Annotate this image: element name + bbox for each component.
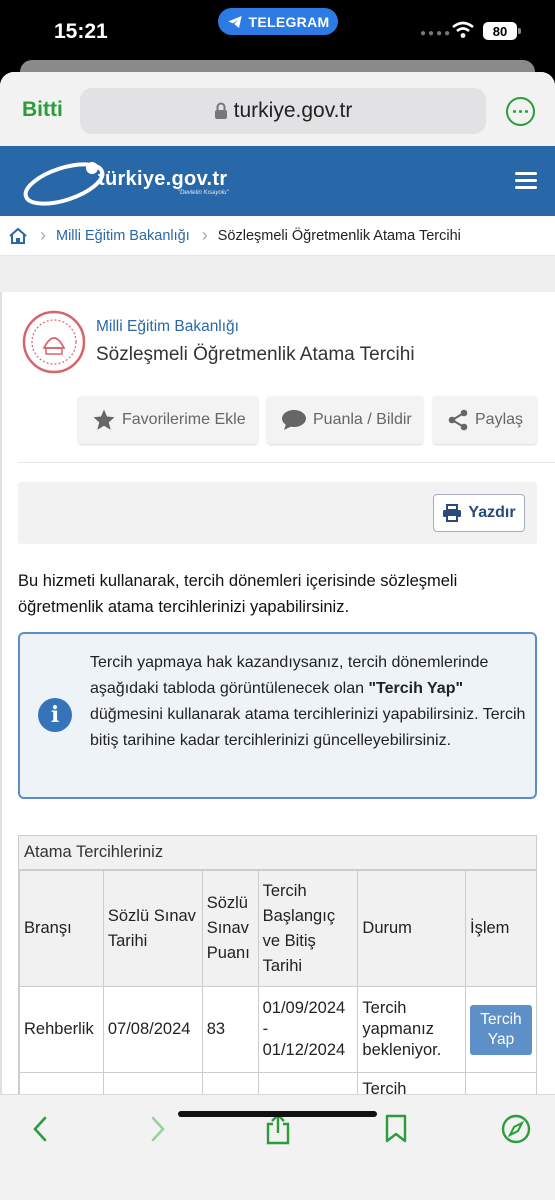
organization-name[interactable]: Milli Eğitim Bakanlığı (96, 318, 239, 336)
rate-report-button[interactable]: Puanla / Bildir (267, 396, 423, 444)
safari-top-bar: Bitti turkiye.gov.tr (0, 72, 555, 146)
page-title: Sözleşmeli Öğretmenlik Atama Tercihi (96, 344, 415, 365)
breadcrumb-ministry-link[interactable]: Milli Eğitim Bakanlığı (56, 228, 190, 244)
cell-brans: Rehberlik (19, 986, 104, 1073)
cell-date-dash: - (262, 1020, 269, 1038)
add-favorites-label: Favorilerime Ekle (122, 411, 246, 428)
back-icon[interactable] (24, 1113, 56, 1145)
cell-durum: Tercih yapmanız bekleniyor. (357, 986, 466, 1073)
breadcrumb: › Milli Eğitim Bakanlığı › Sözleşmeli Öğ… (0, 216, 555, 256)
logo-tagline: "Devletin Kısayolu" (178, 190, 229, 196)
table-row: Tercih (19, 1072, 536, 1094)
column-header-sinav-puani: Sözlü Sınav Puanı (201, 870, 259, 987)
comment-icon (282, 410, 306, 430)
breadcrumb-separator: › (201, 225, 208, 245)
column-header-brans: Branşı (19, 870, 104, 987)
telegram-icon (227, 15, 242, 28)
safari-sheet: Bitti turkiye.gov.tr türkiye.gov.tr "Dev… (0, 72, 555, 1200)
clock: 15:21 (54, 20, 108, 43)
info-text-part: düğmesini kullanarak atama tercihleriniz… (90, 706, 526, 749)
column-header-durum: Durum (357, 870, 466, 987)
wifi-icon (452, 21, 474, 38)
done-button[interactable]: Bitti (22, 98, 63, 122)
cell-start-date: 01/09/2024 (262, 999, 346, 1017)
main-content: Milli Eğitim Bakanlığı Sözleşmeli Öğretm… (0, 292, 555, 1094)
cell-sinav-tarihi (102, 1072, 203, 1094)
telegram-pill-label: TELEGRAM (248, 13, 330, 30)
cell-tercih-tarihi (257, 1072, 359, 1094)
column-header-sinav-tarihi: Sözlü Sınav Tarihi (102, 870, 203, 987)
cell-islem: Tercih Yap (464, 986, 536, 1073)
forward-icon[interactable] (142, 1113, 174, 1145)
site-header: türkiye.gov.tr "Devletin Kısayolu" (0, 146, 555, 216)
add-favorites-button[interactable]: Favorilerime Ekle (78, 396, 258, 444)
cell-islem (464, 1072, 536, 1094)
web-page: türkiye.gov.tr "Devletin Kısayolu" › Mil… (0, 146, 555, 1094)
compass-icon[interactable] (500, 1113, 532, 1145)
content-left-border (0, 292, 2, 1094)
share-label: Paylaş (475, 411, 524, 428)
preferences-table: Atama Tercihleriniz Branşı Sözlü Sınav T… (18, 835, 537, 1094)
cell-puan: 83 (201, 986, 259, 1073)
print-button[interactable]: Yazdır (433, 494, 525, 532)
cell-end-date: 01/12/2024 (262, 1041, 346, 1059)
status-bar: 15:21 TELEGRAM ●●●● 80 (0, 0, 555, 62)
print-label: Yazdır (468, 504, 516, 521)
battery-level: 80 (492, 23, 508, 39)
bookmarks-icon[interactable] (380, 1113, 412, 1145)
battery-icon: 80 (483, 22, 521, 40)
ministry-seal-icon (22, 310, 86, 374)
cell-tercih-tarihi: 01/09/2024 - 01/12/2024 (257, 986, 359, 1073)
breadcrumb-current: Sözleşmeli Öğretmenlik Atama Tercihi (217, 227, 461, 244)
more-options-icon[interactable] (506, 97, 535, 126)
signal-icon: ●●●● (420, 28, 453, 39)
table-caption: Atama Tercihleriniz (19, 836, 536, 870)
logo-text: türkiye.gov.tr (98, 168, 228, 190)
column-header-islem: İşlem (464, 870, 536, 987)
tercih-yap-button[interactable]: Tercih Yap (469, 1004, 532, 1055)
cell-brans (19, 1072, 104, 1094)
info-alert: i Tercih yapmaya hak kazandıysanız, terc… (18, 632, 537, 799)
column-header-tercih-tarihi: Tercih Başlangıç ve Bitiş Tarihi (257, 870, 359, 987)
telegram-return-pill[interactable]: TELEGRAM (218, 8, 338, 35)
printer-icon (443, 504, 462, 522)
cell-sinav-tarihi: 07/08/2024 (102, 986, 203, 1073)
cell-durum: Tercih (357, 1072, 466, 1094)
info-text-bold: "Tercih Yap" (368, 680, 464, 697)
breadcrumb-separator: › (40, 225, 46, 245)
star-icon (93, 409, 115, 430)
intro-text: Bu hizmeti kullanarak, tercih dönemleri … (18, 572, 458, 616)
table-row: Rehberlik 07/08/2024 83 01/09/2024 - 01/… (19, 986, 536, 1073)
rate-report-label: Puanla / Bildir (313, 411, 412, 428)
section-divider (18, 462, 555, 463)
info-icon: i (38, 698, 72, 732)
info-text: Tercih yapmaya hak kazandıysanız, tercih… (90, 650, 530, 754)
share-button[interactable]: Paylaş (433, 396, 537, 444)
share-sheet-icon[interactable] (262, 1113, 294, 1145)
address-bar[interactable]: turkiye.gov.tr (80, 88, 486, 134)
home-indicator (178, 1111, 377, 1117)
safari-bottom-toolbar (0, 1094, 555, 1200)
cell-puan (201, 1072, 259, 1094)
url-text: turkiye.gov.tr (233, 99, 353, 122)
share-icon (448, 409, 468, 431)
page-toolbar-band (0, 256, 555, 292)
lock-icon (214, 102, 227, 119)
menu-icon[interactable] (515, 172, 537, 190)
home-icon[interactable] (8, 226, 28, 246)
